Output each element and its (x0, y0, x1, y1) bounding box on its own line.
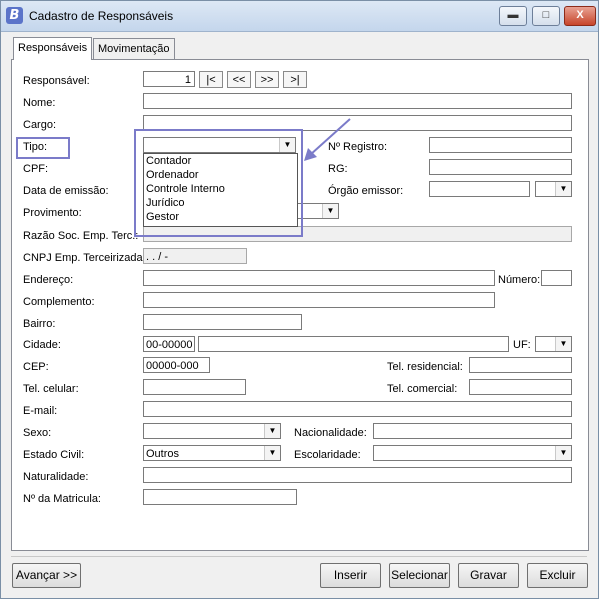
cnpj-input: . . / - (143, 248, 247, 264)
uf-label: UF: (513, 339, 531, 351)
tipo-dropdown-highlight (134, 129, 303, 237)
cidade-name-input[interactable] (198, 336, 509, 352)
razao-social-label: Razão Soc. Emp. Terc.: (23, 230, 139, 242)
numero-input[interactable] (541, 270, 572, 286)
matricula-label: Nº da Matricula: (23, 493, 101, 505)
button-separator (11, 556, 587, 557)
orgao-uf-select[interactable]: ▼ (535, 181, 572, 197)
chevron-down-icon[interactable]: ▼ (555, 337, 571, 351)
email-label: E-mail: (23, 405, 58, 417)
responsavel-input[interactable]: 1 (143, 71, 195, 87)
complemento-label: Complemento: (23, 296, 95, 308)
chevron-down-icon[interactable]: ▼ (555, 182, 571, 196)
chevron-down-icon[interactable]: ▼ (555, 446, 571, 460)
tel-residencial-input[interactable] (469, 357, 572, 373)
bairro-input[interactable] (143, 314, 302, 330)
title-bar: B Cadastro de Responsáveis ▬ □ X (1, 1, 598, 32)
tel-comercial-input[interactable] (469, 379, 572, 395)
nome-label: Nome: (23, 97, 56, 109)
responsavel-label: Responsável: (23, 75, 90, 87)
endereco-input[interactable] (143, 270, 495, 286)
cargo-label: Cargo: (23, 119, 57, 131)
orgao-emissor-label: Órgão emissor: (328, 185, 404, 197)
tab-movimentacao[interactable]: Movimentação (93, 38, 175, 59)
complemento-input[interactable] (143, 292, 495, 308)
chevron-down-icon[interactable]: ▼ (264, 424, 280, 438)
estado-civil-value: Outros (146, 448, 180, 460)
avancar-button[interactable]: Avançar >> (12, 563, 81, 588)
sexo-label: Sexo: (23, 427, 52, 439)
sexo-select[interactable]: ▼ (143, 423, 281, 439)
gravar-button[interactable]: Gravar (458, 563, 519, 588)
inserir-button[interactable]: Inserir (320, 563, 381, 588)
escolaridade-select[interactable]: ▼ (373, 445, 572, 461)
chevron-down-icon[interactable]: ▼ (322, 204, 338, 218)
tel-celular-label: Tel. celular: (23, 383, 79, 395)
cidade-label: Cidade: (23, 339, 61, 351)
tel-celular-input[interactable] (143, 379, 246, 395)
tab-responsaveis[interactable]: Responsáveis (13, 37, 93, 60)
selecionar-button[interactable]: Selecionar (389, 563, 450, 588)
window-title: Cadastro de Responsáveis (29, 9, 174, 23)
uf-select[interactable]: ▼ (535, 336, 572, 352)
cnpj-label: CNPJ Emp. Terceirizada: (23, 252, 146, 264)
nome-input[interactable] (143, 93, 572, 109)
naturalidade-input[interactable] (143, 467, 572, 483)
cep-label: CEP: (23, 361, 49, 373)
nacionalidade-input[interactable] (373, 423, 572, 439)
tel-residencial-label: Tel. residencial: (387, 361, 463, 373)
next-record-button[interactable]: >> (255, 71, 279, 88)
provimento-label: Provimento: (23, 207, 82, 219)
nacionalidade-label: Nacionalidade: (294, 427, 367, 439)
escolaridade-label: Escolaridade: (294, 449, 361, 461)
first-record-button[interactable]: |< (199, 71, 223, 88)
chevron-down-icon[interactable]: ▼ (264, 446, 280, 460)
cidade-code-input[interactable]: 00-00000 (143, 336, 195, 352)
naturalidade-label: Naturalidade: (23, 471, 89, 483)
tipo-label-highlight (16, 137, 70, 159)
email-input[interactable] (143, 401, 572, 417)
cpf-label: CPF: (23, 163, 49, 175)
prev-record-button[interactable]: << (227, 71, 251, 88)
app-icon: B (6, 7, 23, 24)
numero-label: Número: (498, 274, 541, 286)
cep-input[interactable]: 00000-000 (143, 357, 210, 373)
maximize-button[interactable]: □ (532, 6, 560, 26)
registro-input[interactable] (429, 137, 572, 153)
estado-civil-label: Estado Civil: (23, 449, 85, 461)
estado-civil-select[interactable]: Outros ▼ (143, 445, 281, 461)
minimize-button[interactable]: ▬ (499, 6, 527, 26)
rg-input[interactable] (429, 159, 572, 175)
matricula-input[interactable] (143, 489, 297, 505)
last-record-button[interactable]: >| (283, 71, 307, 88)
tel-comercial-label: Tel. comercial: (387, 383, 458, 395)
orgao-emissor-input[interactable] (429, 181, 530, 197)
excluir-button[interactable]: Excluir (527, 563, 588, 588)
close-button[interactable]: X (564, 6, 596, 26)
bairro-label: Bairro: (23, 318, 56, 330)
endereco-label: Endereço: (23, 274, 74, 286)
data-emissao-label: Data de emissão: (23, 185, 109, 197)
annotation-arrow-icon (304, 118, 351, 161)
